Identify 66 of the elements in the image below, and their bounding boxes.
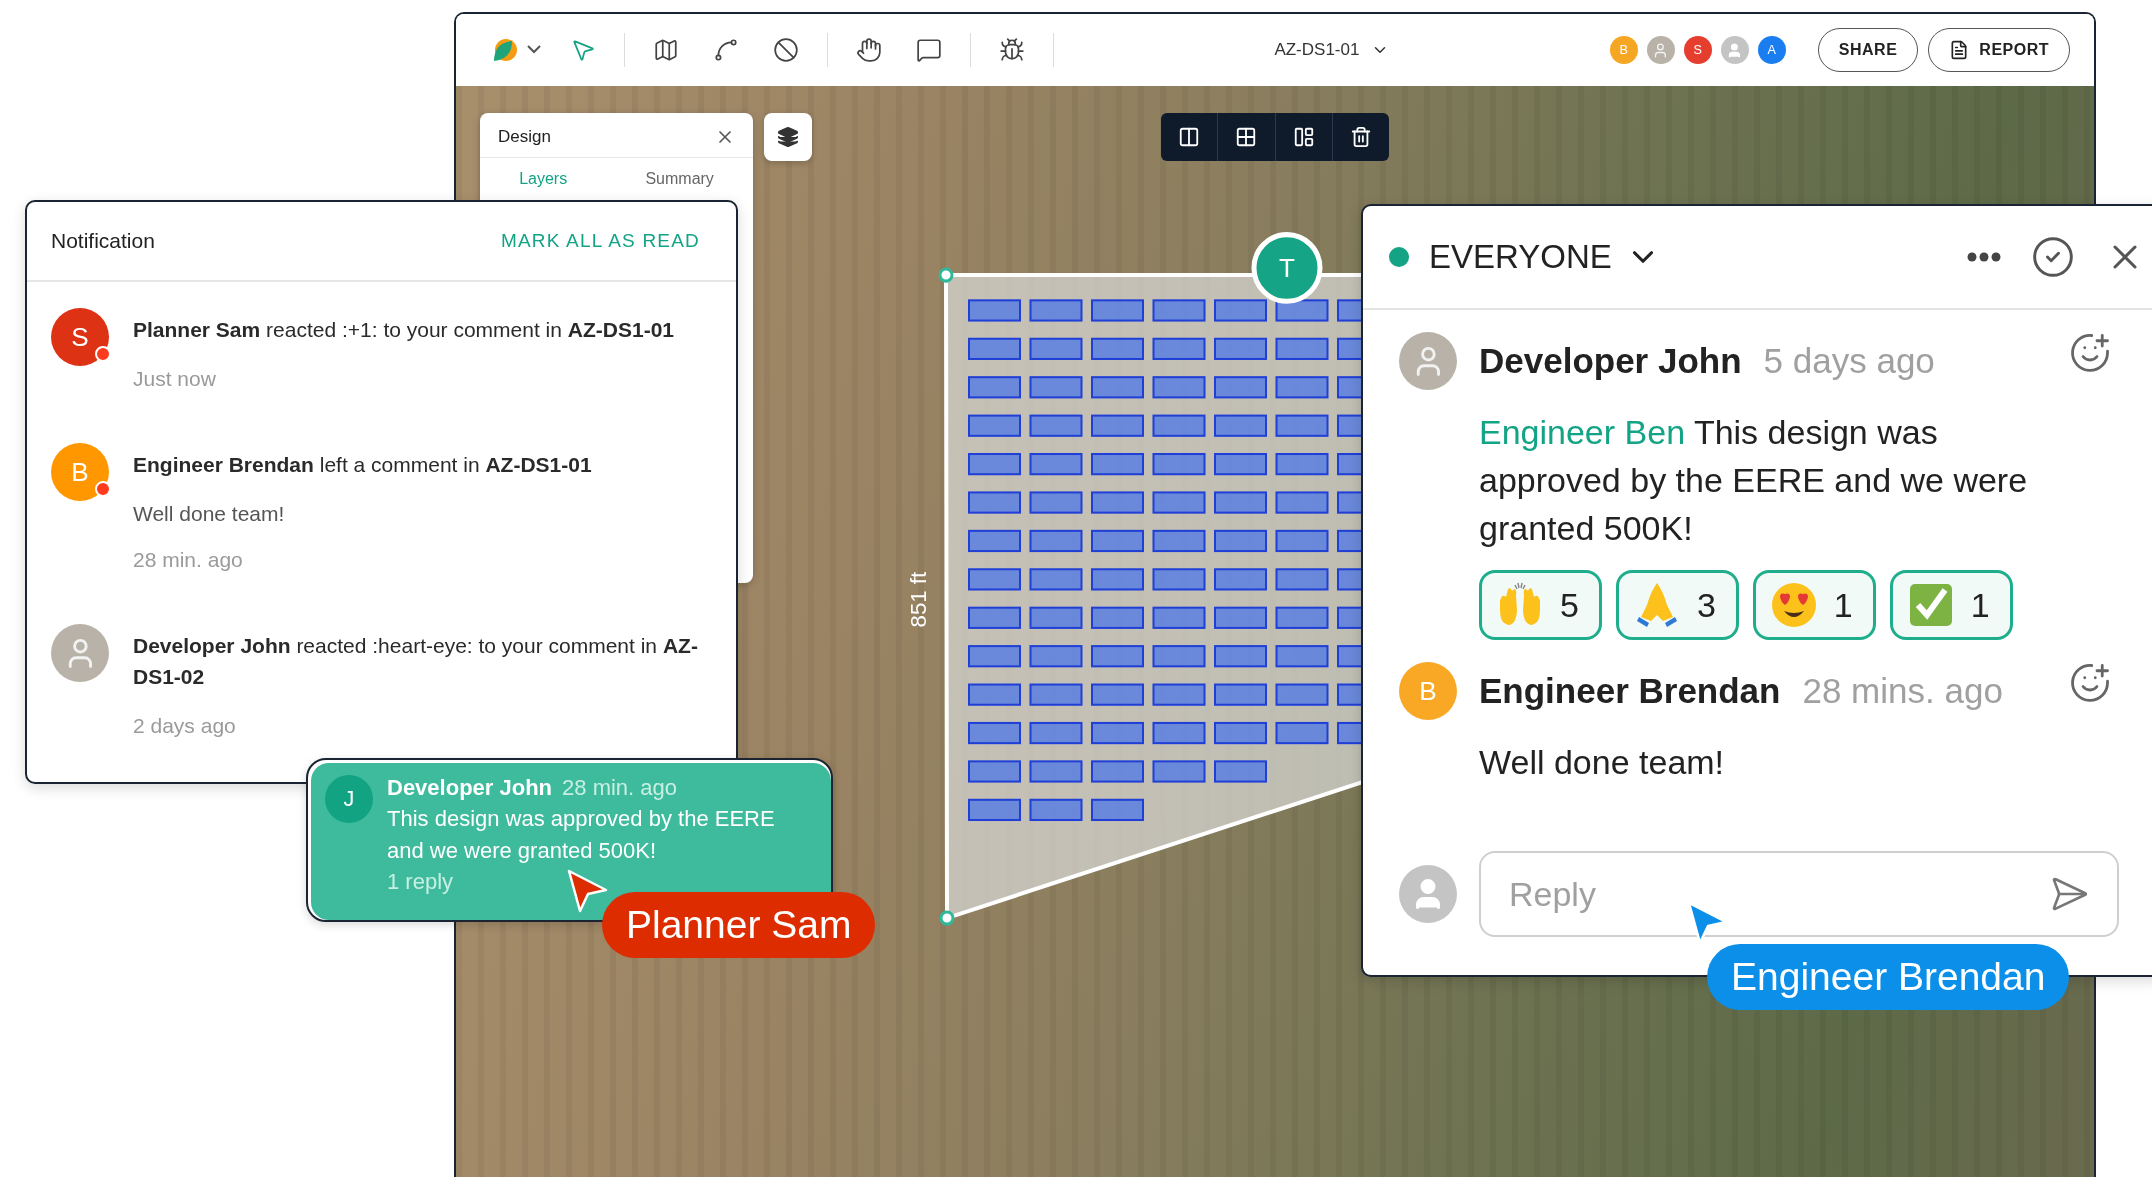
panel-title: Design xyxy=(498,127,551,147)
heart-eyes-face-icon xyxy=(1769,581,1818,629)
notification-message: Well done team! xyxy=(133,502,286,526)
smile-plus-icon xyxy=(2069,332,2111,374)
share-button[interactable]: SHARE xyxy=(1817,28,1919,72)
vertex-handle[interactable] xyxy=(938,267,954,283)
reaction-button[interactable]: 1 xyxy=(1752,570,1876,640)
reply-input[interactable]: Reply xyxy=(1507,873,2049,915)
tool-button[interactable] xyxy=(854,35,884,65)
notification-text: Engineer Brendan left a comment in AZ-DS1-01 xyxy=(133,452,593,478)
panel-tab[interactable]: Summary xyxy=(637,168,722,190)
layers-icon xyxy=(777,126,799,148)
panel-title: Notification xyxy=(51,229,155,253)
collaborator-name-label: Planner Sam xyxy=(602,892,876,958)
collaborator-name-label: Engineer Brendan xyxy=(1707,944,2070,1010)
comment-author: Developer John xyxy=(1479,341,1742,381)
comment-text: Engineer Ben This design was approved by the EERE and we were granted 500K! xyxy=(1479,412,2029,549)
map-icon xyxy=(653,37,679,63)
reply-count: 1 reply xyxy=(387,869,455,895)
resolve-button[interactable] xyxy=(2031,235,2075,279)
avatar-photo-placeholder xyxy=(1646,36,1675,64)
notification-time: Just now xyxy=(133,367,217,391)
notification-text: Planner Sam reacted :+1: to your comment in AZ-DS1-01 xyxy=(133,317,675,343)
notification-time: 2 days ago xyxy=(133,714,237,738)
layers-button[interactable] xyxy=(764,113,812,161)
avatar: S xyxy=(1683,36,1712,64)
bug-icon xyxy=(999,37,1025,63)
smile-plus-icon xyxy=(2069,662,2111,704)
ellipsis-icon xyxy=(1967,252,2001,262)
avatar: S xyxy=(51,308,109,366)
dimension-label: 851 ft xyxy=(906,571,931,628)
tool-button[interactable] xyxy=(771,35,801,65)
comment-icon xyxy=(916,37,942,63)
check-circle-icon xyxy=(2031,235,2075,279)
vertex-handle[interactable] xyxy=(939,910,955,926)
user-avatar-icon xyxy=(1720,36,1749,64)
document-icon xyxy=(1949,40,1970,60)
reaction-button[interactable]: 5 xyxy=(1479,570,1602,640)
reaction-button[interactable]: 1 xyxy=(1889,570,2013,640)
comment-time: 28 min. ago xyxy=(562,775,677,801)
trash-icon xyxy=(1349,126,1372,148)
polygon-icon xyxy=(713,37,739,63)
reply-field[interactable]: Reply xyxy=(1479,851,2119,937)
design-selector[interactable]: AZ-DS1-01 xyxy=(1268,36,1396,64)
report-button[interactable]: REPORT xyxy=(1928,28,2070,72)
comment-text: Well done team! xyxy=(1479,742,1726,783)
comment-author: Engineer Brendan xyxy=(1479,671,1781,711)
comment-author: Developer John xyxy=(387,775,553,801)
more-options-button[interactable] xyxy=(1967,252,2001,262)
comment-text: This design was approved by the EERE and we were granted 500K! xyxy=(387,805,776,865)
hand-icon xyxy=(856,37,882,63)
grid-icon xyxy=(1235,126,1258,148)
channel-selector[interactable]: EVERYONE xyxy=(1429,238,1660,276)
comment-time: 5 days ago xyxy=(1763,341,1935,381)
avatar: B xyxy=(51,443,109,501)
notification-text: Developer John reacted :heart-eye: to your comment in AZ-DS1-02 xyxy=(133,633,699,690)
comment-time: 28 mins. ago xyxy=(1802,671,2003,711)
notification-time: 28 min. ago xyxy=(133,548,244,572)
slash-circle-icon xyxy=(773,37,799,63)
avatar: J xyxy=(325,775,373,823)
avatar: B xyxy=(1399,662,1457,720)
columns-icon xyxy=(1178,126,1201,148)
layout-icon xyxy=(1292,126,1315,148)
reaction-button[interactable]: 3 xyxy=(1615,570,1739,640)
avatar: B xyxy=(1609,36,1638,64)
avatar: A xyxy=(1757,36,1786,64)
